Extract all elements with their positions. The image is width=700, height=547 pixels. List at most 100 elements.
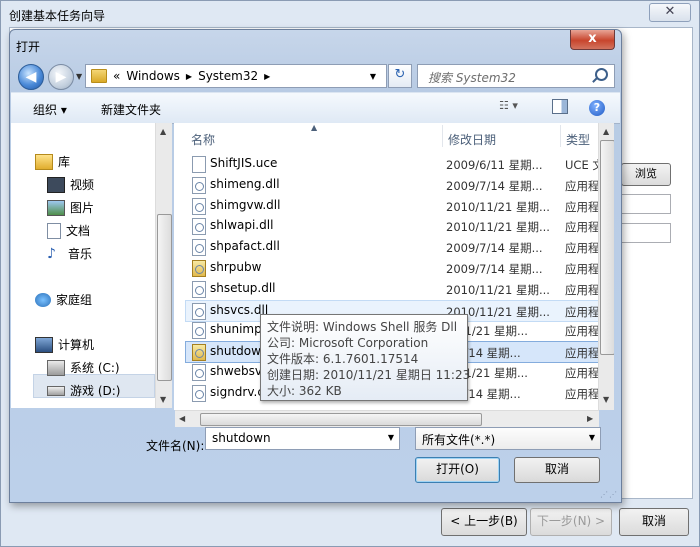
file-row[interactable]: shsetup.dll2010/11/21 星期...应用程序扩展	[186, 279, 605, 299]
tooltip-description: 文件说明: Windows Shell 服务 Dll	[267, 320, 458, 334]
file-row[interactable]: shrpubw2009/7/14 星期...应用程序	[186, 258, 605, 278]
file-row[interactable]: ShiftJIS.uce2009/6/11 星期...UCE 文件	[186, 154, 605, 174]
scroll-down-icon[interactable]: ▼	[160, 395, 166, 404]
folder-icon	[91, 69, 107, 83]
library-icon	[35, 153, 53, 170]
help-icon[interactable]: ?	[589, 100, 605, 116]
drive-icon	[47, 385, 65, 396]
start-in-field[interactable]	[621, 223, 671, 243]
scroll-left-icon[interactable]: ◀	[179, 414, 185, 423]
wizard-close-button[interactable]: ✕	[649, 3, 691, 22]
arguments-field[interactable]	[621, 194, 671, 214]
file-date: 2009/6/11 星期...	[446, 158, 543, 172]
nav-label: 图片	[70, 201, 95, 215]
forward-arrow-icon[interactable]: ▶	[48, 64, 74, 90]
nav-drive-d[interactable]: 游戏 (D:)	[47, 382, 120, 399]
nav-music[interactable]: ♪ 音乐	[47, 245, 92, 262]
dll-icon	[192, 384, 206, 402]
dll-icon	[192, 197, 206, 215]
file-row[interactable]: shpafact.dll2009/7/14 星期...应用程序扩展	[186, 237, 605, 257]
nav-label: 库	[58, 155, 71, 169]
column-header-type[interactable]: 类型	[566, 131, 590, 148]
search-input[interactable]: 搜索 System32	[417, 64, 615, 88]
filename-label: 文件名(N):	[146, 439, 205, 453]
file-name: shrpubw	[210, 260, 262, 274]
filetype-select[interactable]: 所有文件(*.*) ▼	[415, 427, 601, 450]
back-button[interactable]: < 上一步(B)	[441, 508, 527, 536]
file-scroll-thumb[interactable]	[600, 140, 614, 355]
nav-scroll-thumb[interactable]	[157, 214, 172, 381]
wizard-cancel-button[interactable]: 取消	[619, 508, 689, 536]
nav-scrollbar[interactable]: ▲ ▼	[155, 123, 172, 408]
chevron-down-icon[interactable]: ▼	[370, 72, 376, 81]
resize-grip-icon[interactable]: ⋰⋰	[600, 490, 618, 499]
filetype-value: 所有文件(*.*)	[422, 433, 496, 447]
file-row[interactable]: shimgvw.dll2010/11/21 星期...应用程序扩展	[186, 196, 605, 216]
back-arrow-icon[interactable]: ◀	[18, 64, 44, 90]
horizontal-scrollbar[interactable]: ◀ ▶	[175, 410, 599, 427]
column-divider[interactable]	[560, 125, 561, 147]
file-date: 2010/11/21 星期...	[446, 220, 550, 235]
next-button[interactable]: 下一步(N) >	[530, 508, 612, 536]
scroll-down-icon[interactable]: ▼	[603, 395, 609, 404]
file-row[interactable]: shimeng.dll2009/7/14 星期...应用程序扩展	[186, 175, 605, 195]
view-options-icon[interactable]: ☷ ▾	[499, 99, 518, 112]
file-row[interactable]: shlwapi.dll2010/11/21 星期...应用程序扩展	[186, 216, 605, 236]
search-icon[interactable]	[595, 68, 608, 81]
dialog-close-button[interactable]: x	[570, 30, 615, 50]
file-name: shimgvw.dll	[210, 197, 281, 212]
nav-drive-c[interactable]: 系统 (C:)	[47, 359, 120, 376]
organize-menu[interactable]: 组织 ▾	[33, 101, 67, 118]
browse-button[interactable]: 浏览(R)...	[621, 163, 671, 186]
tooltip-version: 文件版本: 6.1.7601.17514	[267, 352, 419, 366]
dll-icon	[192, 218, 206, 236]
nav-libraries[interactable]: 库	[35, 153, 70, 170]
chevron-down-icon[interactable]: ▼	[388, 433, 394, 442]
wizard-title: 创建基本任务向导	[9, 9, 106, 23]
breadcrumb-separator-icon: ▶	[185, 71, 193, 81]
preview-pane-icon[interactable]	[552, 99, 568, 114]
column-header-date[interactable]: 修改日期	[448, 131, 496, 148]
homegroup-icon	[35, 292, 51, 307]
nav-videos[interactable]: 视频	[47, 176, 94, 193]
open-dialog: 打开 x ◀ ▶ ▼ « Windows ▶ System32 ▶ ▼ ↻ 搜索…	[9, 29, 622, 503]
file-name: shsetup.dll	[210, 280, 276, 295]
refresh-icon[interactable]: ↻	[388, 64, 412, 88]
nav-computer[interactable]: 计算机	[35, 336, 94, 353]
file-name: shlwapi.dll	[210, 218, 274, 233]
dll-icon	[192, 302, 206, 320]
file-scrollbar[interactable]: ▲ ▼	[598, 123, 614, 410]
nav-homegroup[interactable]: 家庭组	[35, 291, 92, 308]
nav-documents[interactable]: 文档	[47, 222, 90, 239]
column-divider[interactable]	[442, 125, 443, 147]
column-header-name[interactable]: 名称	[191, 131, 215, 148]
dialog-cancel-button[interactable]: 取消	[514, 457, 600, 483]
dll-icon	[192, 239, 206, 257]
file-date: 2009/7/14 星期...	[446, 178, 543, 193]
filename-input[interactable]: shutdown ▼	[205, 427, 400, 450]
chevron-down-icon[interactable]: ▼	[589, 433, 595, 442]
address-bar[interactable]: « Windows ▶ System32 ▶ ▼	[85, 64, 387, 88]
scroll-up-icon[interactable]: ▲	[603, 127, 609, 136]
nav-label: 系统 (C:)	[70, 361, 120, 375]
filename-value: shutdown	[212, 431, 271, 445]
scroll-up-icon[interactable]: ▲	[160, 127, 166, 136]
system-drive-icon	[47, 359, 65, 376]
breadcrumb-system32[interactable]: System32	[198, 69, 258, 83]
horizontal-scroll-thumb[interactable]	[200, 413, 482, 426]
breadcrumb-overflow[interactable]: «	[113, 69, 120, 83]
sort-ascending-icon: ▲	[311, 123, 318, 132]
scroll-right-icon[interactable]: ▶	[587, 414, 593, 423]
file-name: shimeng.dll	[210, 176, 280, 191]
file-date: 2010/11/21 星期...	[446, 282, 550, 297]
nav-label: 家庭组	[56, 293, 93, 307]
file-date: 2009/7/14 星期...	[446, 262, 543, 276]
new-folder-button[interactable]: 新建文件夹	[101, 101, 161, 118]
recent-locations-dropdown-icon[interactable]: ▼	[76, 72, 82, 81]
breadcrumb-windows[interactable]: Windows	[126, 69, 180, 83]
file-name: shunimp	[210, 322, 262, 337]
picture-icon	[47, 199, 65, 216]
open-button[interactable]: 打开(O)	[415, 457, 500, 483]
file-info-tooltip: 文件说明: Windows Shell 服务 Dll 公司: Microsoft…	[260, 314, 470, 401]
nav-pictures[interactable]: 图片	[47, 199, 94, 216]
